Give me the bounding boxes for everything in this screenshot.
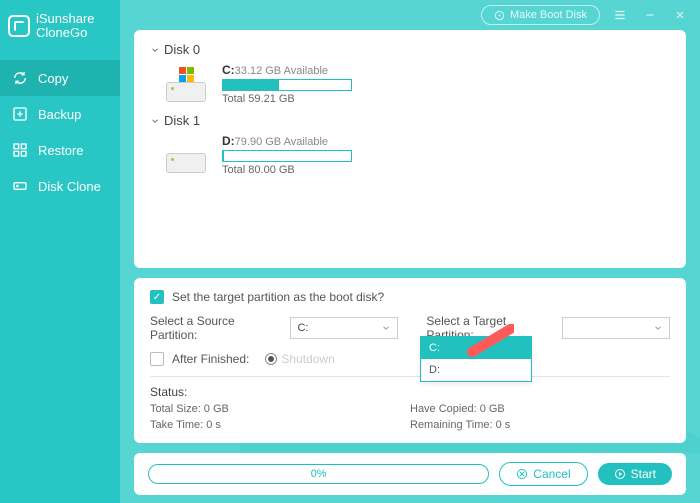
- sync-icon: [12, 70, 28, 86]
- nav-label: Disk Clone: [38, 179, 101, 194]
- disk-block-0: Disk 0 C:33.12 GB Available Total 59.21 …: [150, 40, 670, 105]
- nav-backup[interactable]: Backup: [0, 96, 120, 132]
- partition-row[interactable]: D:79.90 GB Available Total 80.00 GB: [150, 134, 670, 176]
- usage-bar: [222, 79, 352, 91]
- status-heading: Status:: [150, 385, 670, 399]
- nav-restore[interactable]: Restore: [0, 132, 120, 168]
- partition-row[interactable]: C:33.12 GB Available Total 59.21 GB: [150, 63, 670, 105]
- grid-icon: [12, 142, 28, 158]
- cancel-label: Cancel: [533, 467, 570, 481]
- status-remaining-time: Remaining Time: 0 s: [410, 419, 670, 431]
- disc-icon: [494, 10, 505, 21]
- titlebar: Make Boot Disk: [120, 0, 700, 30]
- cancel-button[interactable]: Cancel: [499, 462, 587, 486]
- start-label: Start: [631, 467, 656, 481]
- divider: [150, 376, 670, 377]
- after-finished-label: After Finished:: [172, 352, 249, 366]
- dropdown-option-d[interactable]: D:: [421, 359, 531, 381]
- source-dropdown-list: C: D:: [420, 336, 532, 382]
- status-have-copied: Have Copied: 0 GB: [410, 403, 670, 415]
- close-icon: [674, 9, 686, 21]
- footer-panel: 0% Cancel Start: [134, 453, 686, 495]
- shutdown-radio[interactable]: [265, 353, 277, 365]
- drive-icon: [164, 66, 208, 102]
- disks-panel: Disk 0 C:33.12 GB Available Total 59.21 …: [134, 30, 686, 268]
- minimize-button[interactable]: [640, 5, 660, 25]
- status-total-size: Total Size: 0 GB: [150, 403, 410, 415]
- logo-icon: [8, 15, 30, 37]
- after-finished-checkbox[interactable]: [150, 352, 164, 366]
- make-boot-disk-button[interactable]: Make Boot Disk: [481, 5, 600, 25]
- dropdown-option-c[interactable]: C:: [421, 337, 531, 359]
- nav-label: Restore: [38, 143, 84, 158]
- chevron-down-icon: [150, 116, 160, 126]
- partition-total: Total 59.21 GB: [222, 93, 352, 105]
- menu-icon: [613, 8, 627, 22]
- nav-label: Backup: [38, 107, 81, 122]
- main-area: Make Boot Disk Disk 0: [120, 0, 700, 503]
- nav: Copy Backup Restore Disk Clone: [0, 60, 120, 204]
- set-boot-checkbox[interactable]: ✓: [150, 290, 164, 304]
- plus-box-icon: [12, 106, 28, 122]
- chevron-down-icon: [150, 45, 160, 55]
- disk-title: Disk 0: [164, 42, 200, 57]
- app-logo: iSunshare CloneGo: [0, 8, 120, 52]
- make-boot-label: Make Boot Disk: [510, 9, 587, 21]
- partition-info: D:79.90 GB Available Total 80.00 GB: [222, 134, 352, 176]
- content: Disk 0 C:33.12 GB Available Total 59.21 …: [120, 30, 700, 503]
- minimize-icon: [644, 9, 656, 21]
- partition-total: Total 80.00 GB: [222, 164, 352, 176]
- source-partition-dropdown[interactable]: C:: [290, 317, 398, 339]
- shutdown-label: Shutdown: [281, 352, 334, 366]
- app-title: iSunshare CloneGo: [36, 12, 95, 40]
- usage-bar: [222, 150, 352, 162]
- start-button[interactable]: Start: [598, 463, 672, 485]
- disk-header[interactable]: Disk 0: [150, 40, 670, 61]
- set-boot-label: Set the target partition as the boot dis…: [172, 290, 384, 304]
- nav-label: Copy: [38, 71, 68, 86]
- disk-icon: [12, 178, 28, 194]
- cancel-icon: [516, 468, 528, 480]
- sidebar: iSunshare CloneGo Copy Backup: [0, 0, 120, 503]
- progress-bar: 0%: [148, 464, 489, 484]
- chevron-down-icon: [653, 323, 663, 333]
- disk-header[interactable]: Disk 1: [150, 111, 670, 132]
- menu-button[interactable]: [610, 5, 630, 25]
- nav-copy[interactable]: Copy: [0, 60, 120, 96]
- nav-disk-clone[interactable]: Disk Clone: [0, 168, 120, 204]
- status-take-time: Take Time: 0 s: [150, 419, 410, 431]
- status-block: Status: Total Size: 0 GB Have Copied: 0 …: [150, 385, 670, 431]
- close-button[interactable]: [670, 5, 690, 25]
- drive-icon: [164, 137, 208, 173]
- windows-icon: [178, 66, 194, 82]
- source-value: C:: [297, 322, 308, 334]
- options-panel: ✓ Set the target partition as the boot d…: [134, 278, 686, 443]
- target-partition-dropdown[interactable]: [562, 317, 670, 339]
- disk-block-1: Disk 1 D:79.90 GB Available Total 80.00 …: [150, 111, 670, 176]
- partition-info: C:33.12 GB Available Total 59.21 GB: [222, 63, 352, 105]
- source-label: Select a Source Partition:: [150, 314, 282, 342]
- disk-title: Disk 1: [164, 113, 200, 128]
- chevron-down-icon: [381, 323, 391, 333]
- progress-value: 0%: [311, 468, 327, 480]
- app-window: iSunshare CloneGo Copy Backup: [0, 0, 700, 503]
- play-icon: [614, 468, 626, 480]
